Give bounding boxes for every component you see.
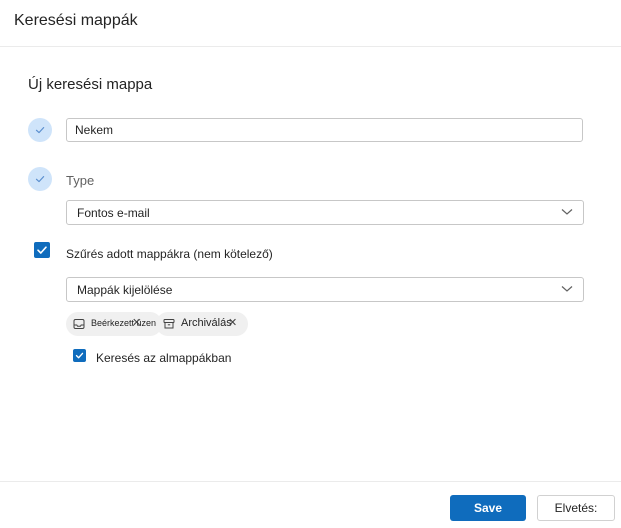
dialog-header: Keresési mappák <box>0 0 621 47</box>
checkmark-icon <box>37 246 47 254</box>
folder-select-dropdown[interactable]: Mappák kijelölése <box>66 277 584 302</box>
search-subfolders-label: Keresés az almappákban <box>96 351 232 365</box>
type-selected-value: Fontos e-mail <box>77 206 150 220</box>
remove-chip-icon[interactable]: ✕ <box>132 316 141 330</box>
chip-label: Archiválás <box>181 317 232 329</box>
filter-folders-label: Szűrés adott mappákra (nem kötelező) <box>66 247 273 261</box>
filter-folders-checkbox[interactable] <box>34 242 50 258</box>
step-complete-icon <box>28 167 52 191</box>
section-title: Új keresési mappa <box>28 76 153 93</box>
save-button[interactable]: Save <box>450 495 526 521</box>
remove-chip-icon[interactable]: ✕ <box>228 316 237 330</box>
chevron-down-icon <box>561 286 573 292</box>
chevron-down-icon <box>561 209 573 215</box>
folder-chip-archive[interactable]: Archiválás ✕ <box>156 312 248 336</box>
folder-name-input[interactable] <box>66 118 583 142</box>
checkmark-icon <box>75 352 84 359</box>
discard-button[interactable]: Elvetés: <box>537 495 615 521</box>
archive-icon <box>163 319 175 329</box>
type-label: Type <box>66 173 95 188</box>
inbox-icon <box>73 319 85 329</box>
step-complete-icon <box>28 118 52 142</box>
folder-chip-inbox[interactable]: Beérkezett üzenetek ✕ <box>66 312 173 336</box>
dialog-footer-divider <box>0 481 621 482</box>
type-dropdown[interactable]: Fontos e-mail <box>66 200 584 225</box>
folder-select-placeholder: Mappák kijelölése <box>77 283 173 297</box>
search-subfolders-checkbox[interactable] <box>73 349 86 362</box>
dialog-title: Keresési mappák <box>14 12 138 29</box>
